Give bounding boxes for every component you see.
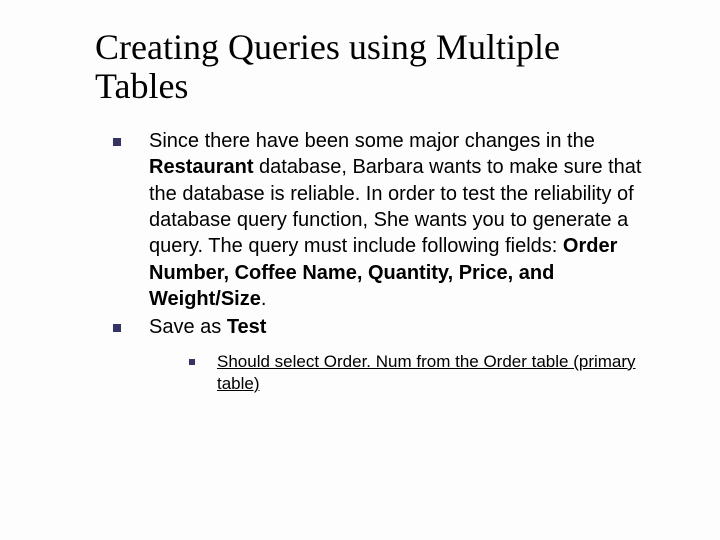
bullet-text-1: Since there have been some major changes…: [149, 130, 641, 310]
sub-bullet-list: Should select Order. Num from the Order …: [189, 351, 660, 395]
bullet-item-2: Save as Test Should select Order. Num fr…: [113, 314, 660, 395]
sub-bullet-text-1: Should select Order. Num from the Order …: [217, 352, 636, 393]
bullet-item-1: Since there have been some major changes…: [113, 128, 660, 313]
slide-title: Creating Queries using Multiple Tables: [95, 28, 660, 106]
sub-bullet-item-1: Should select Order. Num from the Order …: [189, 351, 660, 395]
bullet-text-2: Save as Test: [149, 316, 266, 338]
slide: Creating Queries using Multiple Tables S…: [0, 0, 720, 540]
bullet-list: Since there have been some major changes…: [113, 128, 660, 395]
